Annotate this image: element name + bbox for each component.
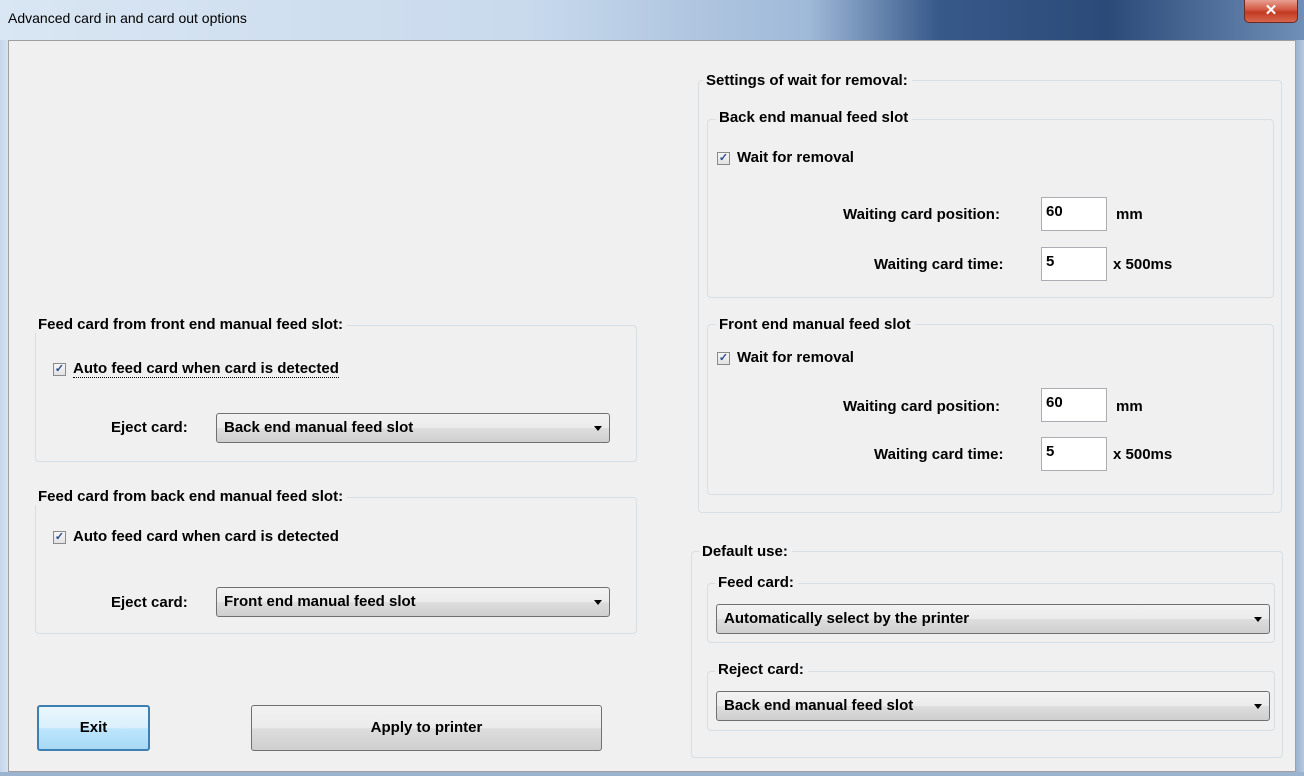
default-feed-select[interactable]: Automatically select by the printer xyxy=(716,604,1270,634)
default-feed-value: Automatically select by the printer xyxy=(724,610,970,627)
front-auto-feed-label: Auto feed card when card is detected xyxy=(73,360,339,378)
chevron-down-icon xyxy=(594,600,602,605)
wait-front-position-input[interactable]: 60 xyxy=(1041,388,1107,422)
close-icon: ✕ xyxy=(1264,2,1278,19)
wait-back-label: Wait for removal xyxy=(737,149,854,166)
wait-front-group-label: Front end manual feed slot xyxy=(716,316,915,333)
window-frame-left xyxy=(0,0,8,776)
wait-back-time-input[interactable]: 5 xyxy=(1041,247,1107,281)
window-frame-right xyxy=(1296,0,1304,776)
title-bar[interactable]: Advanced card in and card out options ✕ xyxy=(0,0,1304,40)
apply-to-printer-button[interactable]: Apply to printer xyxy=(251,705,602,751)
wait-front-time-input[interactable]: 5 xyxy=(1041,437,1107,471)
wait-back-position-input[interactable]: 60 xyxy=(1041,197,1107,231)
back-eject-value: Front end manual feed slot xyxy=(224,593,416,610)
back-eject-select[interactable]: Front end manual feed slot xyxy=(216,587,610,617)
front-eject-label: Eject card: xyxy=(111,419,188,436)
chevron-down-icon xyxy=(1254,617,1262,622)
back-feed-group-label: Feed card from back end manual feed slot… xyxy=(35,488,348,505)
window-title: Advanced card in and card out options xyxy=(8,10,247,26)
default-feed-label: Feed card: xyxy=(715,574,798,591)
default-reject-select[interactable]: Back end manual feed slot xyxy=(716,691,1270,721)
exit-button[interactable]: Exit xyxy=(37,705,150,751)
wait-front-time-unit: x 500ms xyxy=(1113,446,1173,463)
checkmark-icon[interactable]: ✓ xyxy=(53,531,66,544)
checkmark-icon[interactable]: ✓ xyxy=(717,352,730,365)
window-frame-bottom xyxy=(0,772,1304,776)
default-reject-value: Back end manual feed slot xyxy=(724,697,914,714)
back-auto-feed-label: Auto feed card when card is detected xyxy=(73,528,339,545)
wait-back-time-label: Waiting card time: xyxy=(874,256,1004,273)
front-eject-value: Back end manual feed slot xyxy=(224,419,414,436)
wait-back-group-label: Back end manual feed slot xyxy=(716,109,913,126)
checkmark-icon[interactable]: ✓ xyxy=(53,363,66,376)
default-reject-label: Reject card: xyxy=(715,661,808,678)
back-eject-label: Eject card: xyxy=(111,594,188,611)
wait-back-position-unit: mm xyxy=(1116,206,1143,223)
wait-front-label: Wait for removal xyxy=(737,349,854,366)
front-feed-group-label: Feed card from front end manual feed slo… xyxy=(35,316,348,333)
front-eject-select[interactable]: Back end manual feed slot xyxy=(216,413,610,443)
checkmark-icon[interactable]: ✓ xyxy=(717,152,730,165)
default-use-group-label: Default use: xyxy=(699,543,792,560)
wait-back-time-unit: x 500ms xyxy=(1113,256,1173,273)
wait-front-position-unit: mm xyxy=(1116,398,1143,415)
close-button[interactable]: ✕ xyxy=(1244,0,1298,23)
dialog-body: Feed card from front end manual feed slo… xyxy=(8,40,1296,772)
wait-removal-group-label: Settings of wait for removal: xyxy=(703,72,912,89)
wait-front-position-label: Waiting card position: xyxy=(843,398,1000,415)
wait-front-time-label: Waiting card time: xyxy=(874,446,1004,463)
wait-back-position-label: Waiting card position: xyxy=(843,206,1000,223)
chevron-down-icon xyxy=(1254,704,1262,709)
chevron-down-icon xyxy=(594,426,602,431)
